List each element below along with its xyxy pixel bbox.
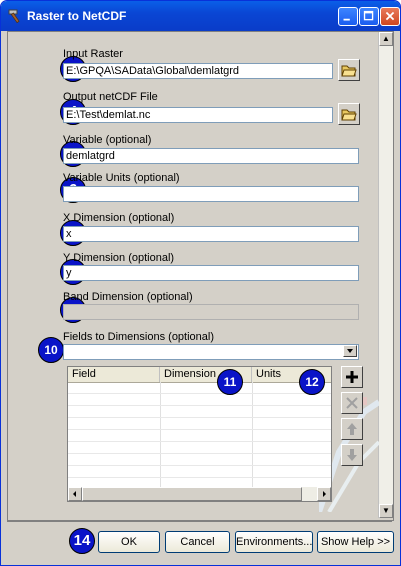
scroll-left-arrow-icon[interactable] — [68, 487, 82, 501]
plus-icon — [346, 371, 358, 383]
table-row[interactable] — [68, 394, 331, 406]
table-row[interactable] — [68, 406, 331, 418]
callout-badge-12: 12 — [299, 369, 325, 395]
table-row[interactable] — [68, 382, 331, 394]
window-title: Raster to NetCDF — [27, 9, 127, 23]
scroll-thumb[interactable] — [82, 487, 302, 501]
variable-units-label: Variable Units (optional) — [63, 172, 180, 184]
fields-to-dimensions-dropdown[interactable] — [63, 344, 359, 360]
fields-table[interactable]: Field Dimension Units — [67, 366, 332, 502]
environments-button[interactable]: Environments... — [235, 531, 313, 553]
close-icon — [385, 11, 395, 21]
variable-label: Variable (optional) — [63, 134, 152, 146]
cancel-button[interactable]: Cancel — [165, 531, 230, 553]
x-dimension-label: X Dimension (optional) — [63, 212, 175, 224]
y-dimension-field[interactable]: y — [63, 265, 359, 281]
scroll-up-arrow-icon[interactable]: ▲ — [379, 32, 393, 46]
chevron-left-icon — [73, 491, 76, 497]
chevron-down-icon — [347, 349, 353, 353]
minimize-icon — [343, 18, 350, 21]
variable-units-field[interactable] — [63, 186, 359, 202]
output-netcdf-field[interactable]: E:\Test\demlat.nc — [63, 107, 333, 123]
maximize-icon — [363, 10, 374, 21]
output-netcdf-browse-button[interactable] — [338, 103, 360, 125]
arrow-down-icon — [347, 449, 357, 461]
close-button[interactable] — [380, 7, 400, 26]
table-row[interactable] — [68, 430, 331, 442]
panel-scrollbar[interactable]: ▲ ▼ — [378, 32, 393, 518]
chevron-right-icon — [323, 491, 326, 497]
title-bar[interactable]: Raster to NetCDF — [1, 1, 400, 31]
scroll-right-arrow-icon[interactable] — [317, 487, 331, 501]
hammer-icon — [8, 9, 20, 24]
minimize-button[interactable] — [338, 7, 358, 26]
callout-badge-11: 11 — [217, 369, 243, 395]
ok-button[interactable]: OK — [98, 531, 160, 553]
table-row[interactable] — [68, 466, 331, 478]
show-help-button[interactable]: Show Help >> — [317, 531, 394, 553]
maximize-button[interactable] — [359, 7, 379, 26]
column-header-field[interactable]: Field — [68, 367, 160, 382]
table-row[interactable] — [68, 454, 331, 466]
delete-x-icon — [346, 397, 358, 409]
input-raster-browse-button[interactable] — [338, 59, 360, 81]
output-netcdf-label: Output netCDF File — [63, 91, 158, 103]
move-down-button[interactable] — [341, 444, 363, 466]
dialog-body: ▲ ▼ 3 Input Raster E:\GPQA\SAData\Global… — [5, 31, 396, 561]
open-folder-icon — [341, 65, 357, 77]
tool-dialog-window: Raster to NetCDF ▲ ▼ 3 Input Raster E:\G… — [0, 0, 401, 566]
table-row[interactable] — [68, 442, 331, 454]
callout-badge-14: 14 — [69, 528, 95, 554]
add-row-button[interactable] — [341, 366, 363, 388]
move-up-button[interactable] — [341, 418, 363, 440]
band-dimension-label: Band Dimension (optional) — [63, 291, 193, 303]
y-dimension-label: Y Dimension (optional) — [63, 252, 175, 264]
arrow-up-icon — [347, 423, 357, 435]
table-header: Field Dimension Units — [68, 367, 331, 383]
band-dimension-field[interactable] — [63, 304, 359, 320]
footer-divider — [7, 521, 392, 522]
input-raster-label: Input Raster — [63, 48, 123, 60]
input-raster-field[interactable]: E:\GPQA\SAData\Global\demlatgrd — [63, 63, 333, 79]
x-dimension-field[interactable]: x — [63, 226, 359, 242]
table-row[interactable] — [68, 418, 331, 430]
dropdown-arrow-button[interactable] — [343, 345, 357, 357]
fields-to-dimensions-label: Fields to Dimensions (optional) — [63, 331, 215, 343]
open-folder-icon — [341, 109, 357, 121]
remove-row-button[interactable] — [341, 392, 363, 414]
callout-badge-10: 10 — [38, 337, 64, 363]
variable-field[interactable]: demlatgrd — [63, 148, 359, 164]
table-horizontal-scrollbar[interactable] — [68, 487, 331, 501]
scroll-down-arrow-icon[interactable]: ▼ — [379, 504, 393, 518]
